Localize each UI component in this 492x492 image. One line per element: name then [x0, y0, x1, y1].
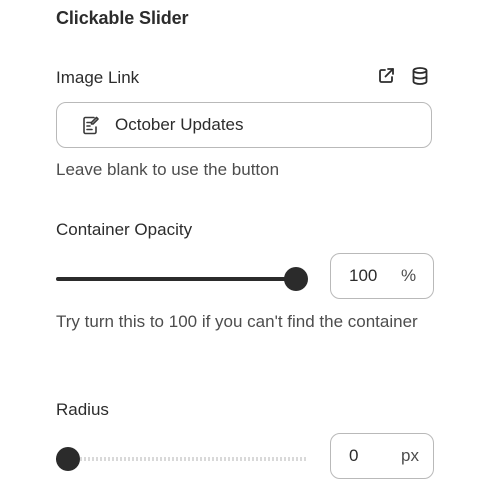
- radius-field[interactable]: 0 px: [330, 433, 434, 479]
- radius-value[interactable]: 0: [349, 446, 397, 466]
- container-opacity-field[interactable]: 100 %: [330, 253, 434, 299]
- image-link-label: Image Link: [56, 68, 140, 87]
- document-edit-icon: [79, 114, 101, 136]
- image-link-input[interactable]: October Updates: [56, 102, 432, 148]
- container-opacity-value[interactable]: 100: [349, 266, 397, 286]
- slider-track-fill: [56, 277, 296, 281]
- image-link-actions: [376, 66, 430, 86]
- container-opacity-help: Try turn this to 100 if you can't find t…: [56, 312, 418, 331]
- image-link-value: October Updates: [115, 115, 244, 134]
- section-title: Clickable Slider: [56, 8, 189, 28]
- slider-track-empty: [68, 457, 308, 461]
- database-icon[interactable]: [410, 66, 430, 86]
- external-link-icon[interactable]: [376, 66, 396, 86]
- radius-label: Radius: [56, 400, 109, 419]
- clickable-slider-panel: Clickable Slider Image Link October Upda…: [56, 0, 436, 492]
- slider-thumb[interactable]: [284, 267, 308, 291]
- radius-unit: px: [401, 446, 419, 465]
- container-opacity-slider[interactable]: [56, 265, 308, 293]
- slider-thumb[interactable]: [56, 447, 80, 471]
- image-link-help: Leave blank to use the button: [56, 160, 280, 179]
- radius-slider[interactable]: [56, 445, 308, 473]
- container-opacity-label: Container Opacity: [56, 220, 193, 239]
- container-opacity-unit: %: [401, 266, 417, 285]
